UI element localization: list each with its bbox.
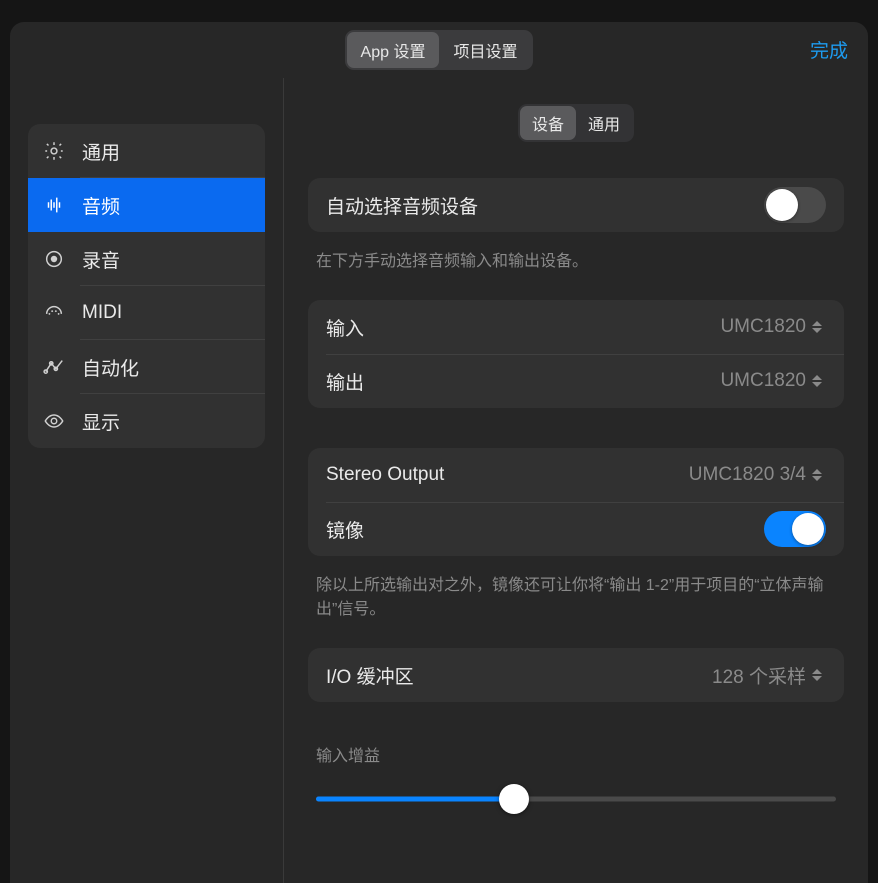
toggle-knob	[792, 513, 824, 545]
stereo-output-label: Stereo Output	[326, 464, 444, 486]
automation-curve-icon	[42, 356, 66, 378]
mirror-label: 镜像	[326, 516, 364, 543]
input-gain-section: 输入增益	[308, 742, 844, 814]
stepper-icon	[812, 318, 826, 336]
slider-thumb[interactable]	[499, 784, 529, 814]
tab-project-settings[interactable]: 项目设置	[439, 32, 531, 68]
output-device-row[interactable]: 输出 UMC1820	[308, 354, 844, 408]
subtab-device[interactable]: 设备	[520, 106, 576, 140]
stepper-icon	[812, 466, 826, 484]
auto-select-toggle[interactable]	[764, 187, 826, 223]
io-buffer-row[interactable]: I/O 缓冲区 128 个采样	[308, 648, 844, 702]
spacer	[308, 716, 844, 742]
mirror-toggle[interactable]	[764, 511, 826, 547]
sidebar-item-label: 显示	[82, 413, 120, 434]
stereo-output-value: UMC1820 3/4	[689, 464, 826, 486]
tab-app-settings[interactable]: App 设置	[347, 32, 440, 68]
stepper-icon	[812, 666, 826, 684]
stereo-output-value-text: UMC1820 3/4	[689, 464, 806, 486]
settings-content: 设备 通用 自动选择音频设备 在下方手动选择音频输入和输出设备。 输入	[284, 78, 868, 883]
output-label: 输出	[326, 368, 364, 395]
settings-scope-segmented: App 设置 项目设置	[345, 30, 534, 70]
record-icon	[42, 248, 66, 270]
buffer-group: I/O 缓冲区 128 个采样	[308, 648, 844, 702]
settings-modal: App 设置 项目设置 完成 通用 音频	[10, 22, 868, 883]
stereo-output-row[interactable]: Stereo Output UMC1820 3/4	[308, 448, 844, 502]
output-value: UMC1820	[720, 370, 826, 392]
input-gain-slider[interactable]	[316, 784, 836, 814]
input-label: 输入	[326, 314, 364, 341]
io-group: 输入 UMC1820 输出 UMC1820	[308, 300, 844, 408]
sidebar-item-audio[interactable]: 音频	[28, 178, 265, 232]
spacer	[308, 422, 844, 448]
midi-icon	[42, 302, 66, 324]
toggle-knob	[766, 189, 798, 221]
input-device-row[interactable]: 输入 UMC1820	[308, 300, 844, 354]
io-buffer-value-text: 128 个采样	[712, 662, 806, 689]
sidebar-item-automation[interactable]: 自动化	[28, 340, 265, 394]
mirror-hint: 除以上所选输出对之外，镜像还可让你将“输出 1-2”用于项目的“立体声输出”信号…	[308, 570, 844, 648]
stepper-icon	[812, 372, 826, 390]
input-gain-label: 输入增益	[316, 742, 836, 766]
auto-select-group: 自动选择音频设备	[308, 178, 844, 232]
sidebar-item-label: 音频	[82, 197, 120, 218]
slider-fill	[316, 797, 514, 802]
eye-icon	[42, 410, 66, 432]
input-value: UMC1820	[720, 316, 826, 338]
audio-subtabs: 设备 通用	[518, 104, 634, 142]
sidebar-item-label: MIDI	[82, 302, 122, 323]
sidebar-item-label: 通用	[82, 143, 120, 164]
auto-select-row: 自动选择音频设备	[308, 178, 844, 232]
sidebar-item-label: 自动化	[82, 359, 139, 380]
modal-body: 通用 音频 录音	[10, 78, 868, 883]
done-button[interactable]: 完成	[810, 36, 848, 63]
auto-select-hint: 在下方手动选择音频输入和输出设备。	[308, 246, 844, 300]
sidebar-item-label: 录音	[82, 251, 120, 272]
auto-select-label: 自动选择音频设备	[326, 192, 478, 219]
stereo-group: Stereo Output UMC1820 3/4 镜像	[308, 448, 844, 556]
output-value-text: UMC1820	[720, 370, 806, 392]
io-buffer-label: I/O 缓冲区	[326, 662, 414, 689]
sidebar-item-general[interactable]: 通用	[28, 124, 265, 178]
audio-subtabs-wrap: 设备 通用	[308, 104, 844, 142]
waveform-icon	[42, 194, 66, 216]
settings-sidebar: 通用 音频 录音	[10, 78, 284, 883]
mirror-row: 镜像	[308, 502, 844, 556]
gear-icon	[42, 140, 66, 162]
modal-header: App 设置 项目设置 完成	[10, 22, 868, 78]
sidebar-item-record[interactable]: 录音	[28, 232, 265, 286]
sidebar-item-midi[interactable]: MIDI	[28, 286, 265, 340]
input-value-text: UMC1820	[720, 316, 806, 338]
sidebar-list: 通用 音频 录音	[28, 124, 265, 448]
subtab-general[interactable]: 通用	[576, 106, 632, 140]
io-buffer-value: 128 个采样	[712, 662, 826, 689]
sidebar-item-display[interactable]: 显示	[28, 394, 265, 448]
